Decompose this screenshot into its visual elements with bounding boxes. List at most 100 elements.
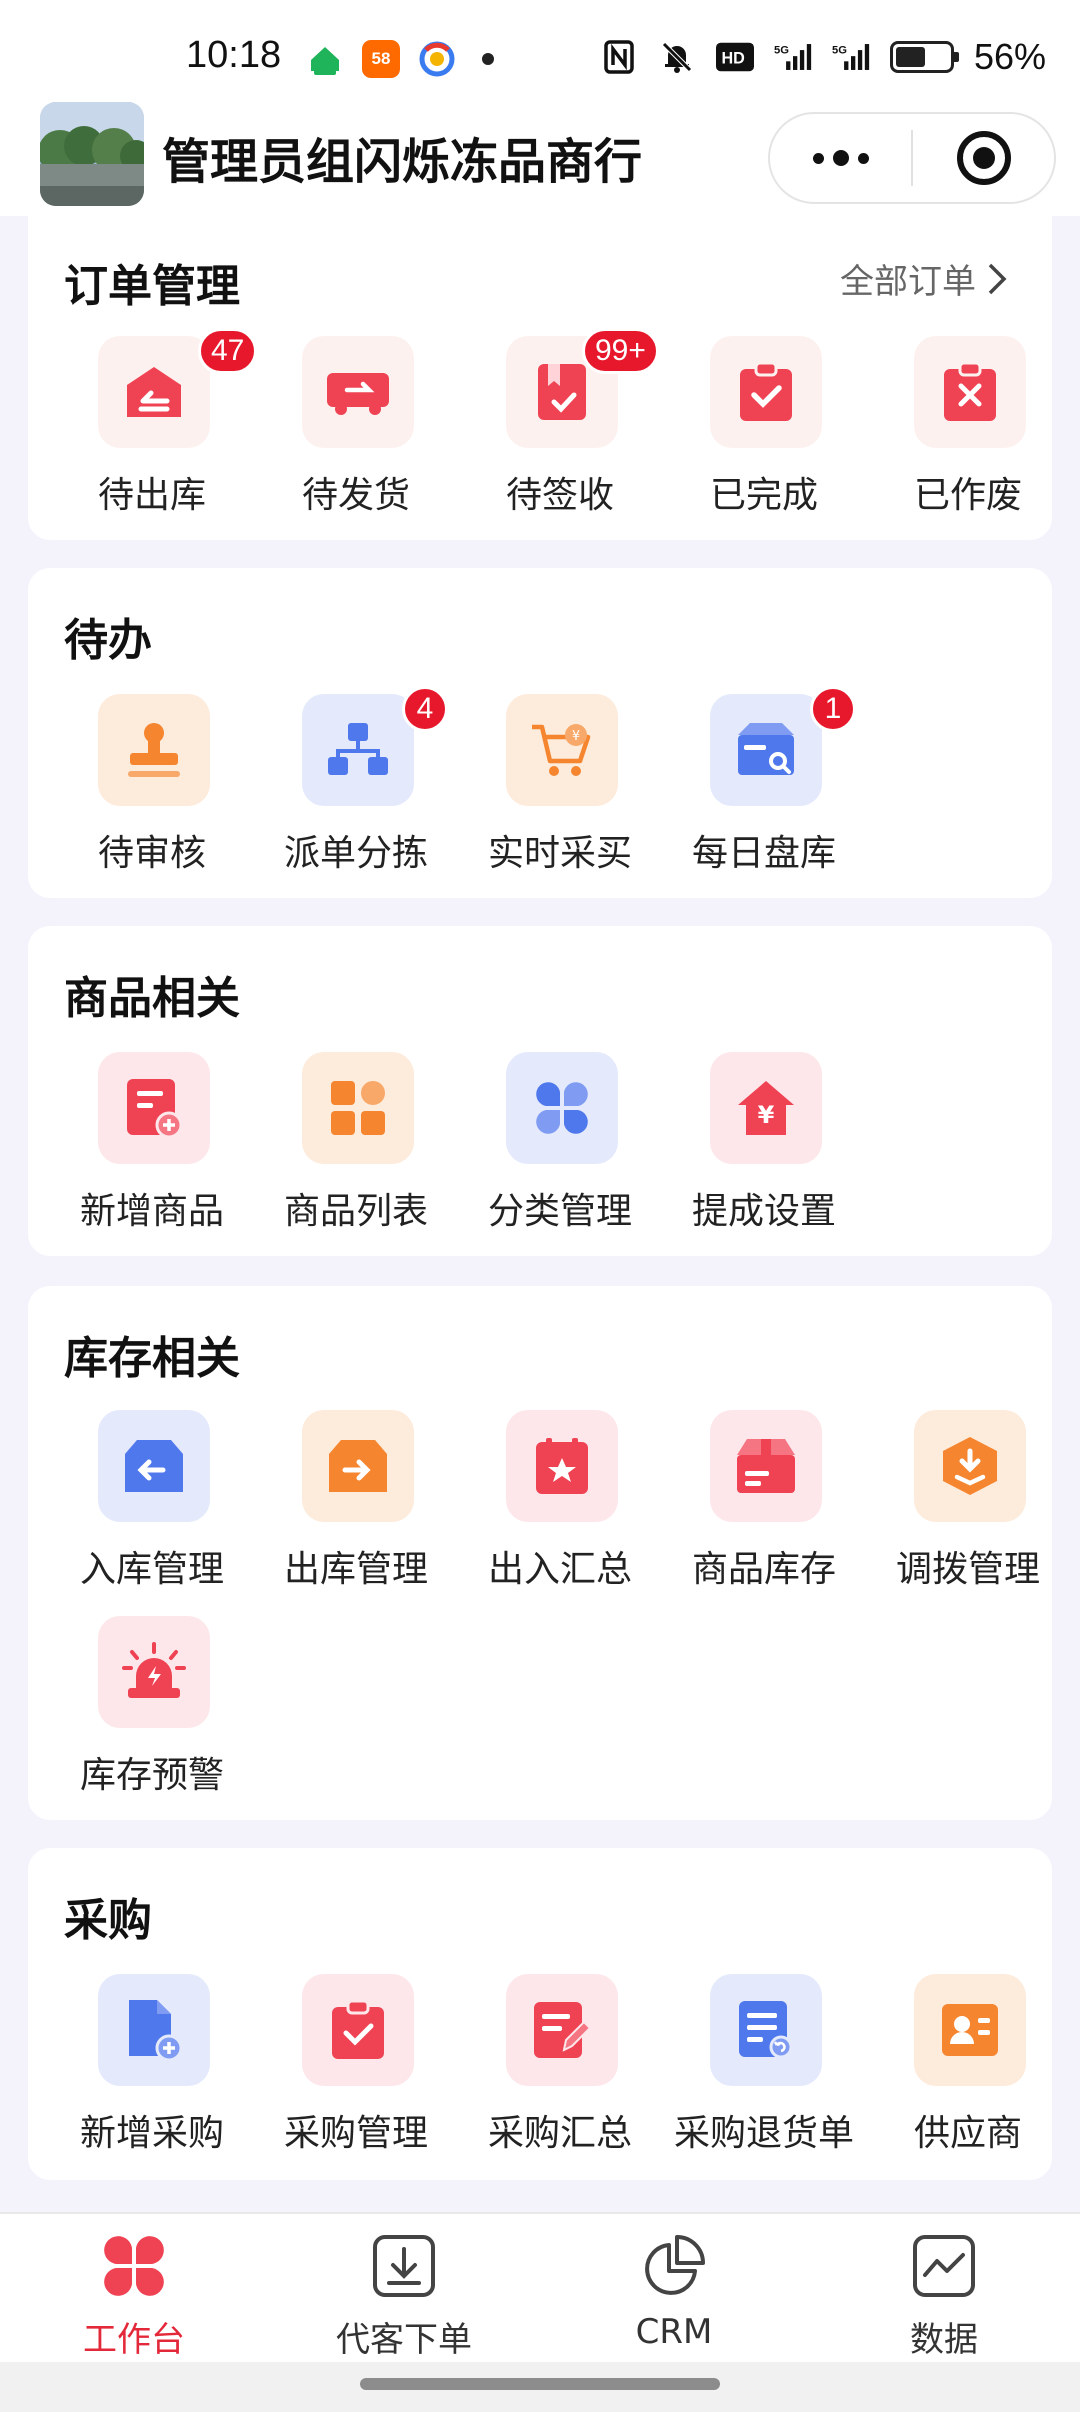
stock-item-stock-out[interactable]: 出库管理	[256, 1410, 456, 1590]
home-indicator[interactable]	[360, 2378, 720, 2390]
stock-item-summary[interactable]: 出入汇总	[460, 1410, 660, 1590]
purchase-item-new[interactable]: 新增采购	[52, 1974, 252, 2154]
clipboard-check-icon	[710, 336, 822, 448]
tab-place-order[interactable]: 代客下单	[304, 2232, 504, 2362]
pie-chart-icon	[640, 2232, 708, 2300]
todo-item-pending-review[interactable]: 待审核	[52, 694, 252, 874]
gesture-area	[0, 2362, 1080, 2412]
alarm-siren-icon	[98, 1616, 210, 1728]
goods-item-add-product[interactable]: 新增商品	[52, 1052, 252, 1232]
stock-section-title: 库存相关	[64, 1333, 240, 1384]
signal-5g-icon-1: 5G	[774, 39, 812, 75]
svg-text:58: 58	[372, 49, 391, 68]
stock-item-transfer[interactable]: 调拨管理	[868, 1410, 1068, 1590]
order-badge-pending-outbound: 47	[198, 328, 258, 374]
goods-item-product-list[interactable]: 商品列表	[256, 1052, 456, 1232]
bottom-navigation: 工作台 代客下单 CRM 数据	[0, 2212, 1080, 2362]
order-section-title: 订单管理	[64, 261, 240, 312]
order-item-pending-shipment[interactable]: 待发货	[256, 336, 456, 516]
todo-badge-daily-stocktake: 1	[810, 686, 856, 732]
tab-label: 数据	[910, 2320, 978, 2360]
purchase-clipboard-icon	[302, 1974, 414, 2086]
all-orders-label: 全部订单	[840, 262, 976, 302]
order-item-pending-outbound[interactable]: 47 待出库	[52, 328, 258, 516]
goods-section-title: 商品相关	[64, 973, 240, 1024]
order-item-voided[interactable]: 已作废	[868, 336, 1068, 516]
tab-label: CRM	[635, 2312, 713, 2352]
item-label: 已作废	[913, 475, 1022, 516]
more-dots-icon	[812, 150, 869, 166]
return-order-icon	[710, 1974, 822, 2086]
item-label: 调拨管理	[895, 1549, 1040, 1590]
transfer-download-icon	[914, 1410, 1026, 1522]
goods-item-category[interactable]: 分类管理	[460, 1052, 660, 1232]
purchase-item-summary[interactable]: 采购汇总	[460, 1974, 660, 2154]
outbound-house-icon	[98, 336, 210, 448]
supplier-card-icon	[914, 1974, 1026, 2086]
order-badge-pending-signature: 99+	[582, 328, 659, 374]
tab-data[interactable]: 数据	[844, 2232, 1044, 2362]
close-target-icon	[956, 131, 1011, 185]
purchase-item-return[interactable]: 采购退货单	[664, 1974, 864, 2154]
stamp-icon	[98, 694, 210, 806]
new-purchase-doc-icon	[98, 1974, 210, 2086]
order-item-pending-signature[interactable]: 99+ 待签收	[460, 328, 660, 516]
more-notifications-dot	[482, 53, 494, 65]
todo-item-daily-stocktake[interactable]: 1 每日盘库	[664, 686, 864, 874]
todo-item-dispatch-sorting[interactable]: 4 派单分拣	[256, 686, 456, 874]
product-box-icon	[710, 1410, 822, 1522]
item-label: 每日盘库	[691, 833, 836, 874]
star-calendar-icon	[506, 1410, 618, 1522]
tab-workbench[interactable]: 工作台	[34, 2232, 234, 2362]
order-download-icon	[370, 2232, 438, 2300]
mini-program-header: 管理员组闪烁冻品商行	[0, 96, 1080, 216]
delivery-truck-icon	[302, 336, 414, 448]
todo-section-title: 待办	[64, 615, 152, 666]
app-58-notification-icon: 58	[362, 40, 400, 78]
svg-text:¥: ¥	[572, 729, 580, 744]
tab-crm[interactable]: CRM	[574, 2232, 774, 2362]
inventory-box-icon	[710, 694, 822, 806]
signal-5g-icon-2: 5G	[832, 39, 870, 75]
purchase-item-supplier[interactable]: 供应商	[868, 1974, 1068, 2154]
svg-text:HD: HD	[721, 50, 744, 68]
svg-text:¥: ¥	[758, 1101, 775, 1129]
browser-notification-icon	[418, 40, 456, 78]
stock-item-stock-in[interactable]: 入库管理	[52, 1410, 252, 1590]
tab-label: 代客下单	[336, 2320, 472, 2360]
all-orders-link[interactable]: 全部订单	[840, 254, 1008, 303]
battery-percent: 56%	[973, 36, 1046, 77]
home-app-notification-icon	[306, 40, 344, 78]
shop-avatar[interactable]	[40, 102, 144, 206]
edit-summary-icon	[506, 1974, 618, 2086]
stock-out-icon	[302, 1410, 414, 1522]
stock-item-product-stock[interactable]: 商品库存	[664, 1410, 864, 1590]
battery-icon	[889, 41, 959, 73]
status-bar: 10:18 58 HD 5G 5G 56%	[0, 0, 1080, 96]
notification-icons: 58	[306, 40, 494, 78]
close-button[interactable]	[913, 114, 1054, 202]
purchase-item-manage[interactable]: 采购管理	[256, 1974, 456, 2154]
stock-in-icon	[98, 1410, 210, 1522]
flow-chart-icon	[302, 694, 414, 806]
goods-card: 商品相关 新增商品 商品列表 分类管理 ¥ 提成设置	[28, 926, 1052, 1256]
item-label: 库存预警	[79, 1755, 224, 1796]
item-label: 供应商	[913, 2113, 1022, 2154]
todo-badge-dispatch-sorting: 4	[402, 686, 448, 732]
order-item-completed[interactable]: 已完成	[664, 336, 864, 516]
commission-house-icon: ¥	[710, 1052, 822, 1164]
todo-item-realtime-purchase[interactable]: ¥ 实时采买	[460, 694, 660, 874]
chevron-right-icon	[988, 263, 1007, 294]
nfc-icon	[600, 39, 638, 75]
more-button[interactable]	[770, 114, 911, 202]
category-icon	[506, 1052, 618, 1164]
grid-list-icon	[302, 1052, 414, 1164]
clipboard-x-icon	[914, 336, 1026, 448]
goods-item-commission[interactable]: ¥ 提成设置	[664, 1052, 864, 1232]
order-management-card: 订单管理 全部订单 47 待出库 待发货 99+ 待签收 已完成 已作废	[28, 216, 1052, 540]
stock-card: 库存相关 入库管理 出库管理 出入汇总 商品库存 调拨管理 库存预警	[28, 1286, 1052, 1820]
mini-program-capsule	[768, 112, 1056, 204]
network-badge-2: 5G	[832, 45, 847, 57]
stock-item-alert[interactable]: 库存预警	[52, 1616, 252, 1796]
tab-label: 工作台	[83, 2320, 185, 2360]
